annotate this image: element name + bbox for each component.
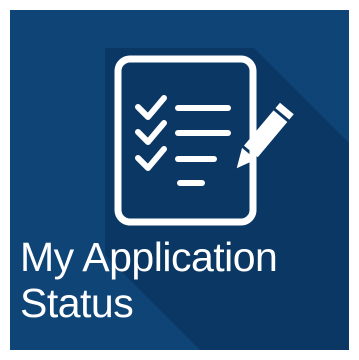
tile-title-line-2: Status	[20, 280, 134, 326]
tile-title: My Application Status	[20, 234, 345, 326]
check-mark-2	[135, 120, 167, 145]
clipboard-outline	[114, 55, 257, 226]
check-mark-3	[135, 146, 167, 171]
check-mark-1	[135, 95, 167, 120]
my-application-status-tile[interactable]: My Application Status	[10, 10, 349, 350]
tile-title-line-1: My Application	[20, 234, 278, 280]
pencil-icon	[236, 102, 294, 169]
